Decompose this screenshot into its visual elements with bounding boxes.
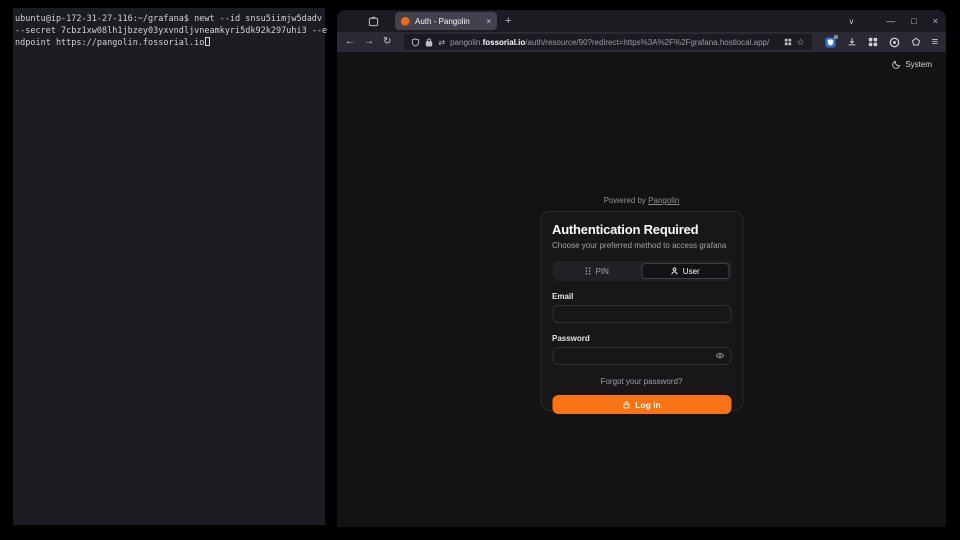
terminal-cursor	[205, 37, 210, 46]
moon-icon	[892, 60, 901, 69]
maximize-icon[interactable]: □	[911, 16, 916, 26]
url-text: pangolin.fossorial.io/auth/resource/90?r…	[450, 38, 778, 47]
auth-card: Authentication Required Choose your pref…	[540, 211, 743, 411]
browser-tab[interactable]: Auth - Pangolin ×	[395, 12, 497, 30]
terminal-line: ndpoint https://pangolin.fossorial.io	[15, 38, 204, 48]
window-controls: ∨ — □ ×	[848, 16, 938, 26]
permissions-icon[interactable]: ⇄	[438, 38, 445, 47]
lock-icon[interactable]	[425, 38, 433, 47]
card-subtitle: Choose your preferred method to access g…	[552, 241, 731, 250]
tracking-shield-icon[interactable]	[411, 38, 420, 47]
download-icon[interactable]	[847, 37, 857, 47]
browser-titlebar: Auth - Pangolin × + ∨ — □ ×	[337, 10, 946, 32]
powered-by: Powered by Pangolin	[337, 196, 946, 205]
auth-page: System Powered by Pangolin Authenticatio…	[337, 52, 946, 527]
password-manager-extension-icon[interactable]	[825, 37, 836, 48]
show-password-icon[interactable]	[715, 352, 724, 359]
password-label: Password	[552, 334, 731, 343]
tab-user-label: User	[683, 267, 700, 276]
auth-method-tabs: PIN User	[552, 261, 731, 281]
theme-toggle[interactable]: System	[892, 60, 932, 69]
card-title: Authentication Required	[552, 222, 731, 237]
email-label: Email	[552, 292, 731, 301]
pangolin-favicon	[401, 17, 410, 26]
powered-by-text: Powered by	[604, 196, 646, 205]
reload-icon[interactable]: ↻	[383, 37, 391, 47]
firefox-view-icon[interactable]	[365, 13, 381, 29]
terminal-output: ubuntu@ip-172-31-27-116:~/grafana$ newt …	[15, 13, 323, 49]
tab-close-icon[interactable]: ×	[486, 17, 491, 26]
url-domain: fossorial.io	[483, 38, 526, 47]
menu-icon[interactable]: ≡	[932, 36, 938, 48]
theme-toggle-label: System	[905, 60, 932, 69]
browser-window: Auth - Pangolin × + ∨ — □ × ← → ↻	[337, 10, 946, 527]
extensions-icon[interactable]	[868, 37, 878, 47]
tab-user[interactable]: User	[642, 263, 730, 279]
extension-badge	[834, 35, 838, 39]
keypad-icon	[585, 267, 592, 275]
shortcuts-grid-icon[interactable]	[784, 38, 792, 46]
forgot-password-link[interactable]: Forgot your password?	[552, 377, 731, 386]
desktop: ubuntu@ip-172-31-27-116:~/grafana$ newt …	[0, 0, 960, 540]
window-menu-chevron-icon[interactable]: ∨	[848, 17, 854, 26]
terminal-line: --secret 7cbz1xw08lh1jbzey03yxvndljvneam…	[15, 26, 327, 36]
new-tab-button[interactable]: +	[505, 15, 511, 27]
tab-pin-label: PIN	[596, 267, 609, 276]
back-icon[interactable]: ←	[345, 37, 355, 47]
forward-icon[interactable]: →	[364, 37, 374, 47]
tab-title: Auth - Pangolin	[415, 17, 481, 26]
terminal-line: ubuntu@ip-172-31-27-116:~/grafana$ newt …	[15, 14, 322, 24]
url-bar[interactable]: ⇄ pangolin.fossorial.io/auth/resource/90…	[404, 34, 811, 50]
login-button[interactable]: Log in	[552, 395, 731, 414]
login-lock-icon	[622, 401, 630, 409]
password-wrap	[552, 343, 731, 365]
tab-pin[interactable]: PIN	[554, 263, 640, 279]
pentagon-extension-icon[interactable]	[911, 37, 921, 47]
user-icon	[671, 267, 679, 275]
browser-toolbar: ← → ↻ ⇄ pangolin.fossorial.io/auth/resou…	[337, 32, 946, 52]
url-path: /auth/resource/90?redirect=https%3A%2F%2…	[525, 38, 769, 47]
pangolin-link[interactable]: Pangolin	[648, 196, 679, 205]
circle-extension-icon[interactable]	[889, 37, 900, 48]
login-button-label: Log in	[635, 400, 661, 410]
toolbar-extensions: ≡	[825, 36, 938, 48]
email-field[interactable]	[552, 305, 731, 323]
terminal-window[interactable]: ubuntu@ip-172-31-27-116:~/grafana$ newt …	[13, 8, 325, 525]
close-icon[interactable]: ×	[933, 16, 938, 26]
minimize-icon[interactable]: —	[886, 16, 895, 26]
password-field[interactable]	[552, 347, 731, 365]
url-domain-prefix: pangolin.	[450, 38, 482, 47]
bookmark-star-icon[interactable]: ☆	[797, 37, 805, 48]
